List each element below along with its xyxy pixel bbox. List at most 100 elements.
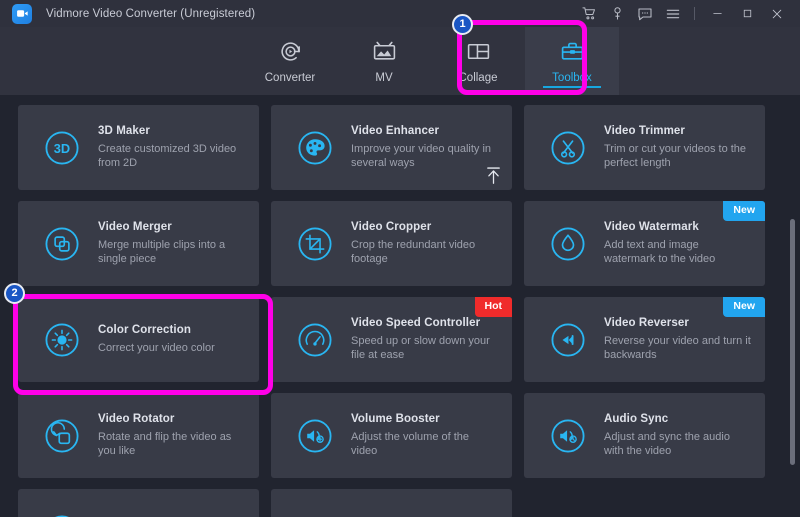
volume-up-icon [293, 414, 337, 458]
tool-card-audio-sync[interactable]: Audio Sync Adjust and sync the audio wit… [524, 393, 765, 478]
scissors-icon [546, 126, 590, 170]
card-title: Video Trimmer [604, 125, 751, 137]
card-desc: Crop the redundant video footage [351, 238, 498, 266]
tab-converter[interactable]: Converter [243, 27, 337, 95]
tool-card-video-cropper[interactable]: Video Cropper Crop the redundant video f… [271, 201, 512, 286]
card-desc: Correct your video color [98, 341, 245, 355]
main-nav: Converter MV [0, 27, 800, 95]
card-desc: Trim or cut your videos to the perfect l… [604, 142, 751, 170]
card-desc: Merge multiple clips into a single piece [98, 238, 245, 266]
tool-card-video-rotator[interactable]: Video Rotator Rotate and flip the video … [18, 393, 259, 478]
calendar-icon [40, 510, 84, 517]
card-desc: Adjust the volume of the video [351, 430, 498, 458]
window-title: Vidmore Video Converter (Unregistered) [46, 8, 255, 20]
divider [694, 7, 695, 20]
mouse-cursor-icon [485, 166, 502, 185]
tab-label: MV [375, 72, 392, 84]
droplet-icon [546, 222, 590, 266]
card-title: Color Correction [98, 324, 245, 336]
merge-icon [40, 222, 84, 266]
nav-tabs: Converter MV [243, 27, 619, 95]
card-text: Video Cropper Crop the redundant video f… [351, 221, 512, 266]
card-text: Color Correction Correct your video colo… [98, 324, 259, 355]
tool-card-file-date-changer[interactable]: File Date Changer [18, 489, 259, 517]
card-title: Video Enhancer [351, 125, 498, 137]
card-text: Video Merger Merge multiple clips into a… [98, 221, 259, 266]
step-badge-2: 2 [4, 283, 25, 304]
card-title: Video Merger [98, 221, 245, 233]
card-title: Volume Booster [351, 413, 498, 425]
card-text: Video Enhancer Improve your video qualit… [351, 125, 512, 170]
menu-icon[interactable] [659, 0, 687, 27]
scrollbar[interactable] [786, 95, 800, 517]
collage-icon [466, 38, 491, 64]
close-icon[interactable] [762, 0, 792, 27]
3d-icon: 3D [40, 126, 84, 170]
card-title: Video Speed Controller [351, 317, 498, 329]
card-text: Volume Booster Adjust the volume of the … [351, 413, 512, 458]
rotate-icon [40, 414, 84, 458]
tool-card-video-speed-controller[interactable]: Video Speed Controller Speed up or slow … [271, 297, 512, 382]
rewind-icon [546, 318, 590, 362]
minimize-icon[interactable] [702, 0, 732, 27]
card-text: Video Watermark Add text and image water… [604, 221, 765, 266]
card-desc: Add text and image watermark to the vide… [604, 238, 751, 266]
tool-card-video-watermark[interactable]: Video Watermark Add text and image water… [524, 201, 765, 286]
card-desc: Rotate and flip the video as you like [98, 430, 245, 458]
cart-icon[interactable] [575, 0, 603, 27]
tool-card-placeholder[interactable] [271, 489, 512, 517]
card-title: Video Rotator [98, 413, 245, 425]
card-desc: Create customized 3D video from 2D [98, 142, 245, 170]
active-tab-underline [543, 86, 601, 88]
crop-icon [293, 222, 337, 266]
card-title: Video Cropper [351, 221, 498, 233]
tab-label: Collage [459, 72, 498, 84]
tab-label: Toolbox [552, 72, 592, 84]
tab-mv[interactable]: MV [337, 27, 431, 95]
tool-card-video-merger[interactable]: Video Merger Merge multiple clips into a… [18, 201, 259, 286]
convert-icon [278, 38, 303, 64]
tab-label: Converter [265, 72, 316, 84]
card-title: Video Watermark [604, 221, 751, 233]
mv-icon [372, 38, 397, 64]
card-desc: Improve your video quality in several wa… [351, 142, 498, 170]
toolbox-icon [560, 38, 585, 64]
card-text: Video Trimmer Trim or cut your videos to… [604, 125, 765, 170]
title-bar: Vidmore Video Converter (Unregistered) [0, 0, 800, 27]
step-badge-1: 1 [452, 14, 473, 35]
status-badge-new: New [723, 297, 765, 317]
card-desc: Reverse your video and turn it backwards [604, 334, 751, 362]
tool-card-3d-maker[interactable]: 3D 3D Maker Create customized 3D video f… [18, 105, 259, 190]
tab-collage[interactable]: Collage [431, 27, 525, 95]
card-desc: Adjust and sync the audio with the video [604, 430, 751, 458]
card-text: Video Speed Controller Speed up or slow … [351, 317, 512, 362]
card-text: 3D Maker Create customized 3D video from… [98, 125, 259, 170]
palette-icon [293, 126, 337, 170]
tool-card-video-enhancer[interactable]: Video Enhancer Improve your video qualit… [271, 105, 512, 190]
tab-toolbox[interactable]: Toolbox [525, 27, 619, 95]
status-badge-new: New [723, 201, 765, 221]
card-text: Audio Sync Adjust and sync the audio wit… [604, 413, 765, 458]
card-title: 3D Maker [98, 125, 245, 137]
card-text: Video Rotator Rotate and flip the video … [98, 413, 259, 458]
tool-card-video-reverser[interactable]: Video Reverser Reverse your video and tu… [524, 297, 765, 382]
tool-card-video-trimmer[interactable]: Video Trimmer Trim or cut your videos to… [524, 105, 765, 190]
app-logo-icon [12, 4, 32, 24]
window-controls [575, 0, 800, 27]
status-badge-hot: Hot [475, 297, 513, 317]
card-desc: Speed up or slow down your file at ease [351, 334, 498, 362]
maximize-icon[interactable] [732, 0, 762, 27]
card-title: Audio Sync [604, 413, 751, 425]
toolbox-content: 3D 3D Maker Create customized 3D video f… [0, 95, 800, 517]
feedback-icon[interactable] [631, 0, 659, 27]
key-icon[interactable] [603, 0, 631, 27]
scrollbar-thumb[interactable] [790, 219, 795, 465]
tool-card-grid: 3D 3D Maker Create customized 3D video f… [0, 95, 786, 517]
tool-card-color-correction[interactable]: Color Correction Correct your video colo… [18, 297, 259, 382]
app-window: Vidmore Video Converter (Unregistered) [0, 0, 800, 517]
tool-card-volume-booster[interactable]: Volume Booster Adjust the volume of the … [271, 393, 512, 478]
speedometer-icon [293, 318, 337, 362]
card-title: Video Reverser [604, 317, 751, 329]
card-text: Video Reverser Reverse your video and tu… [604, 317, 765, 362]
svg-text:3D: 3D [54, 141, 70, 156]
